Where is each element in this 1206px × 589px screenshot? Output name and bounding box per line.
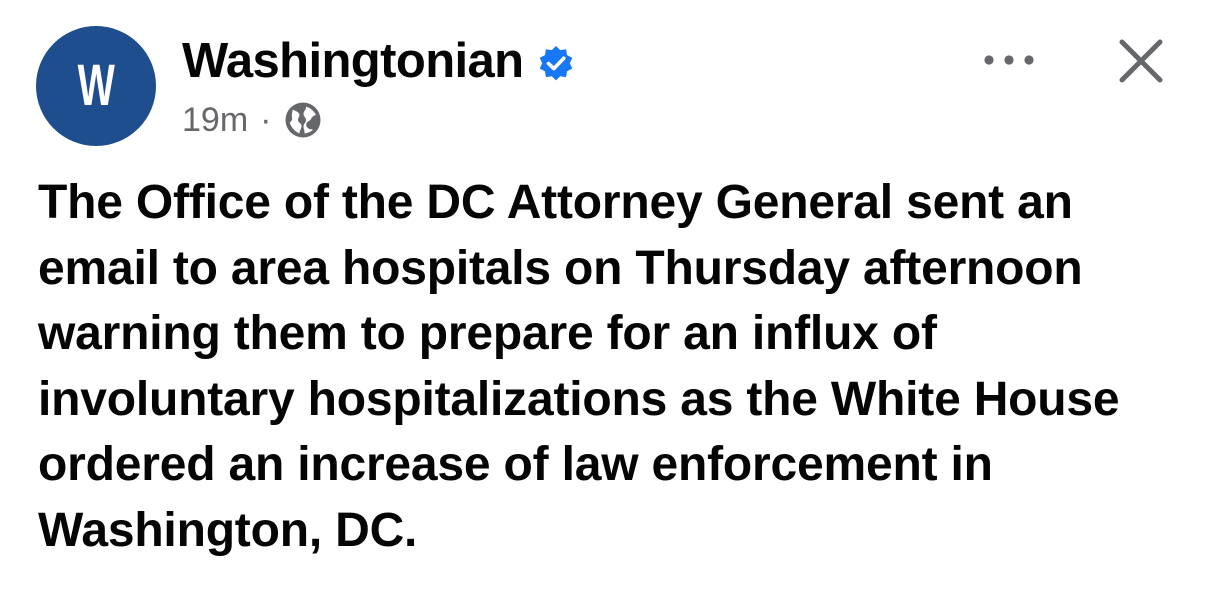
page-name-link[interactable]: Washingtonian <box>182 30 524 92</box>
avatar-letter: W <box>77 53 115 118</box>
page-avatar[interactable]: W <box>36 26 156 146</box>
page-name-row: Washingtonian <box>182 30 576 92</box>
post-body-text: The Office of the DC Attorney General se… <box>38 176 1120 557</box>
globe-icon[interactable] <box>283 100 323 140</box>
more-options-icon <box>984 55 1034 65</box>
close-icon <box>1119 39 1163 83</box>
post-meta: 19m · <box>182 98 576 142</box>
close-button[interactable] <box>1110 30 1172 92</box>
verified-badge-icon <box>536 44 576 84</box>
meta-separator: · <box>260 101 272 139</box>
post-timestamp[interactable]: 19m <box>182 98 248 142</box>
post-header: Washingtonian 19m · <box>182 30 576 142</box>
post-card: W Washingtonian 19m · The Office of the … <box>0 0 1206 589</box>
more-options-button[interactable] <box>978 40 1040 80</box>
